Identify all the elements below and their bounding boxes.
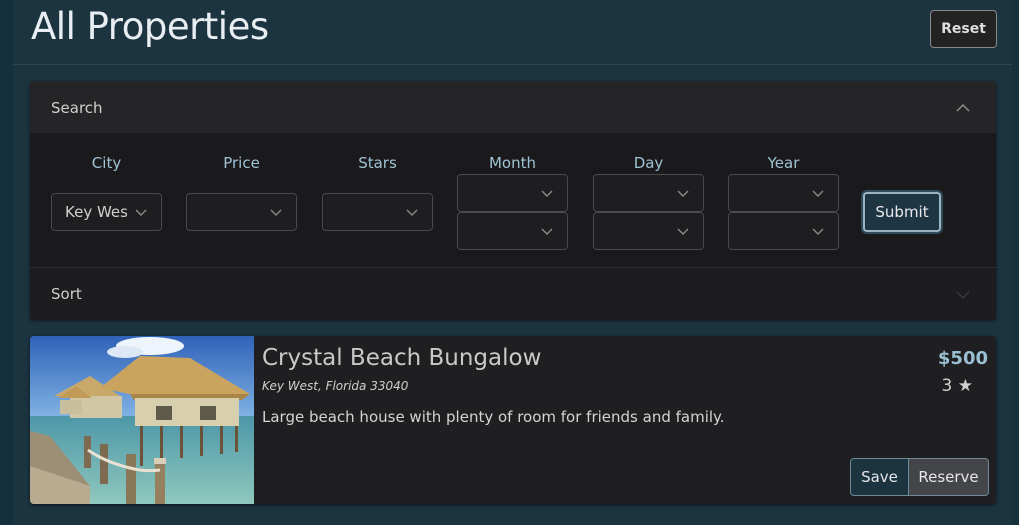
reset-button[interactable]: Reset bbox=[930, 10, 997, 48]
page-title: All Properties bbox=[31, 5, 269, 48]
property-photo bbox=[30, 336, 254, 504]
property-description: Large beach house with plenty of room fo… bbox=[262, 408, 725, 426]
background-right-edge bbox=[1012, 0, 1019, 525]
day-label: Day bbox=[633, 154, 664, 172]
stars-label: Stars bbox=[358, 154, 397, 172]
background-left-edge bbox=[0, 0, 13, 525]
year-select-start[interactable] bbox=[728, 174, 839, 212]
chevron-down-icon bbox=[541, 228, 553, 235]
city-select[interactable]: Key Wes bbox=[51, 193, 162, 231]
search-accordion: Search City Price Stars Month Day Year K… bbox=[30, 81, 996, 320]
reserve-button[interactable]: Reserve bbox=[909, 458, 989, 496]
month-select-start[interactable] bbox=[457, 174, 568, 212]
chevron-down-icon bbox=[812, 228, 824, 235]
property-address: Key West, Florida 33040 bbox=[262, 379, 409, 393]
submit-button[interactable]: Submit bbox=[863, 192, 941, 232]
sort-accordion-header[interactable]: Sort bbox=[30, 267, 996, 320]
day-select-end[interactable] bbox=[593, 212, 704, 250]
chevron-down-icon bbox=[135, 209, 147, 216]
chevron-down-icon bbox=[956, 291, 970, 300]
card-actions: Save Reserve bbox=[850, 458, 989, 496]
city-select-value: Key Wes bbox=[65, 203, 127, 221]
property-name[interactable]: Crystal Beach Bungalow bbox=[262, 345, 541, 371]
property-price: $500 bbox=[937, 348, 988, 369]
chevron-up-icon bbox=[956, 103, 970, 112]
chevron-down-icon bbox=[677, 228, 689, 235]
chevron-down-icon bbox=[677, 190, 689, 197]
chevron-down-icon bbox=[812, 190, 824, 197]
price-label: Price bbox=[223, 154, 260, 172]
sort-label: Sort bbox=[51, 285, 82, 303]
chevron-down-icon bbox=[406, 209, 418, 216]
year-label: Year bbox=[767, 154, 800, 172]
search-accordion-header[interactable]: Search bbox=[30, 81, 996, 133]
save-button[interactable]: Save bbox=[850, 458, 909, 496]
city-label: City bbox=[91, 154, 122, 172]
property-stars: 3 ★ bbox=[941, 376, 973, 396]
property-card: Crystal Beach Bungalow Key West, Florida… bbox=[30, 336, 996, 504]
search-label: Search bbox=[51, 99, 103, 117]
day-select-start[interactable] bbox=[593, 174, 704, 212]
stars-select[interactable] bbox=[322, 193, 433, 231]
chevron-down-icon bbox=[541, 190, 553, 197]
page-header: All Properties Reset bbox=[13, 0, 1012, 65]
month-select-end[interactable] bbox=[457, 212, 568, 250]
chevron-down-icon bbox=[270, 209, 282, 216]
price-select[interactable] bbox=[186, 193, 297, 231]
month-label: Month bbox=[488, 154, 536, 172]
year-select-end[interactable] bbox=[728, 212, 839, 250]
